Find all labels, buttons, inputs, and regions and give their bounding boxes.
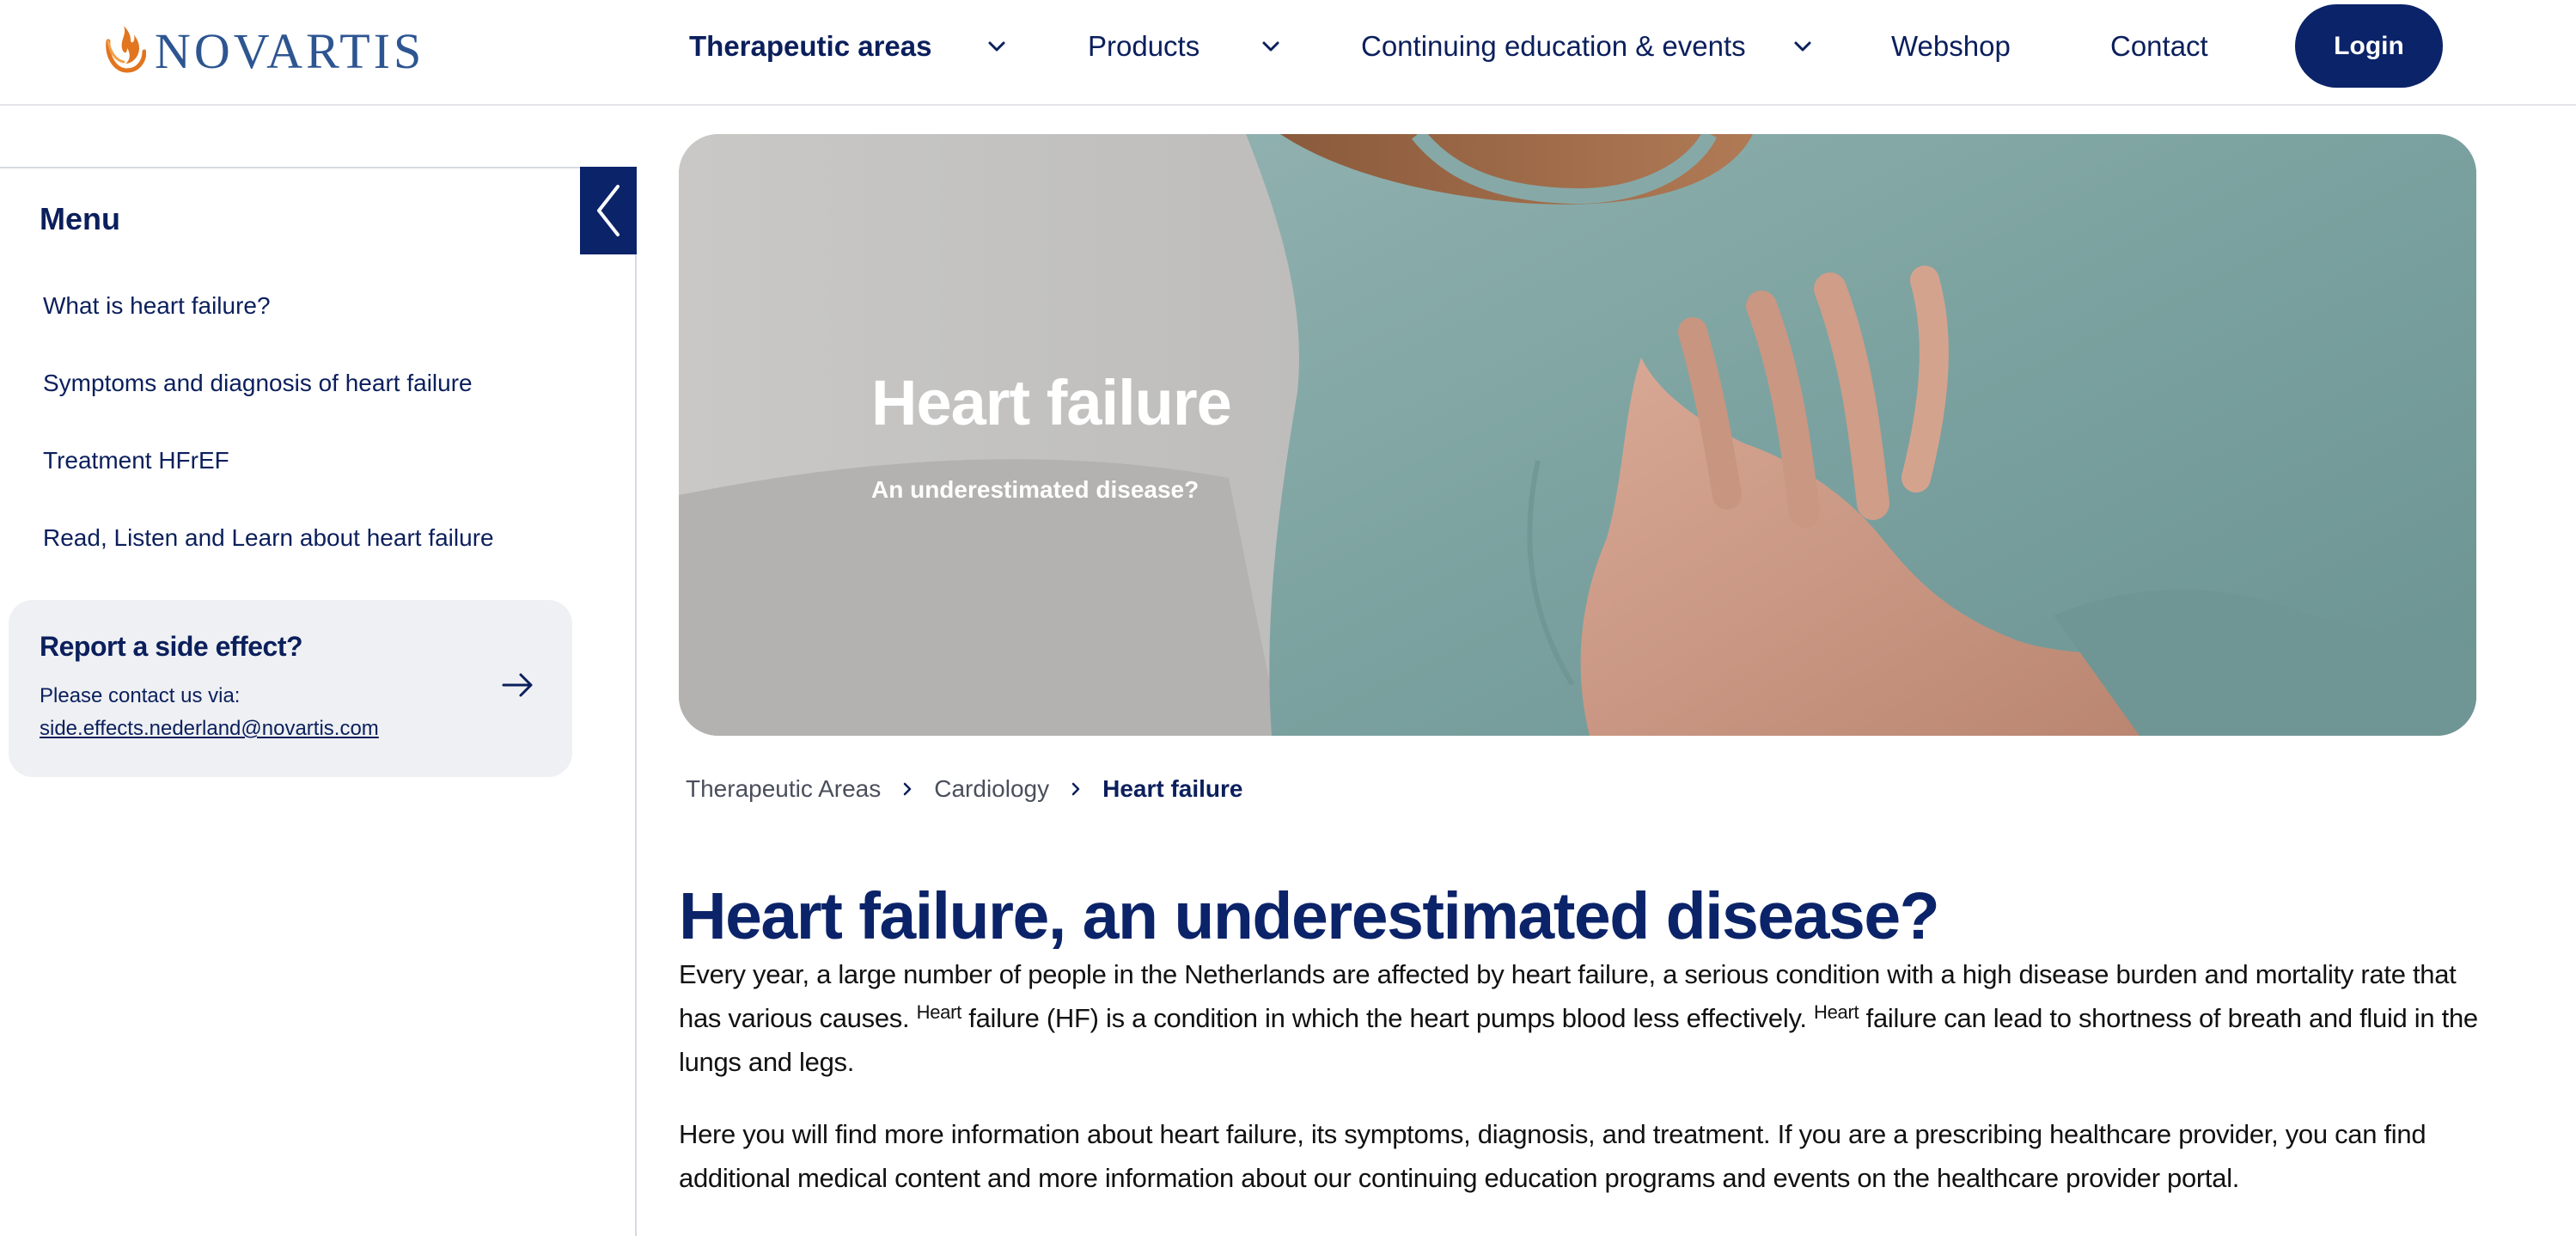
intro-superscript-2: Heart (1814, 1001, 1859, 1023)
hero-banner: Heart failure An underestimated disease? (679, 134, 2476, 736)
chevron-left-icon (597, 185, 620, 236)
novartis-flame-icon (106, 26, 146, 73)
sidebar-item-read-listen-learn[interactable]: Read, Listen and Learn about heart failu… (43, 524, 494, 552)
nav-products[interactable]: Products (1088, 26, 1199, 67)
sidebar-item-treatment-hfref[interactable]: Treatment HFrEF (43, 447, 229, 474)
sidebar-item-what-is-heart-failure[interactable]: What is heart failure? (43, 292, 271, 320)
menu-title: Menu (40, 201, 120, 236)
report-card-text: Please contact us via: (40, 684, 241, 707)
info-paragraph: Here you will find more information abou… (679, 1119, 2426, 1193)
nav-webshop[interactable]: Webshop (1891, 26, 2011, 67)
breadcrumb-heart-failure: Heart failure (1102, 775, 1243, 802)
chevron-down-icon[interactable] (1791, 34, 1815, 58)
hero-subtitle: An underestimated disease? (871, 476, 1199, 503)
intro-paragraph: Every year, a large number of people in … (679, 952, 2483, 1084)
chevron-down-icon[interactable] (1259, 34, 1283, 58)
report-card-title: Report a side effect? (40, 631, 303, 662)
login-button[interactable]: Login (2295, 4, 2443, 88)
novartis-logo[interactable]: NOVARTIS (101, 19, 424, 77)
collapse-sidebar-button[interactable] (580, 167, 637, 254)
intro-text-2: failure (HF) is a condition in which the… (968, 1003, 1807, 1033)
nav-contact[interactable]: Contact (2110, 26, 2208, 67)
sidebar-item-symptoms-diagnosis[interactable]: Symptoms and diagnosis of heart failure (43, 370, 473, 397)
arrow-right-icon[interactable] (500, 667, 536, 703)
breadcrumb-therapeutic-areas[interactable]: Therapeutic Areas (686, 775, 881, 803)
page-title: Heart failure, an underestimated disease… (679, 879, 1940, 953)
breadcrumb-cardiology[interactable]: Cardiology (934, 775, 1049, 803)
chevron-right-icon (1071, 782, 1080, 796)
breadcrumb: Therapeutic Areas Cardiology Heart failu… (686, 772, 1243, 806)
intro-superscript-1: Heart (916, 1001, 962, 1023)
report-email-link[interactable]: side.effects.nederland@novartis.com (40, 717, 379, 741)
logo-wordmark: NOVARTIS (155, 23, 425, 79)
chevron-down-icon[interactable] (985, 34, 1009, 58)
hero-title: Heart failure (871, 367, 1232, 438)
chevron-right-icon (904, 782, 912, 796)
nav-therapeutic-areas[interactable]: Therapeutic areas (689, 26, 931, 67)
site-header: NOVARTIS Therapeutic areas Products Cont… (0, 0, 2576, 106)
report-side-effect-card[interactable]: Report a side effect? Please contact us … (9, 600, 572, 777)
sidebar-menu: Menu What is heart failure? Symptoms and… (0, 167, 637, 1236)
nav-continuing-education[interactable]: Continuing education & events (1361, 26, 1746, 67)
